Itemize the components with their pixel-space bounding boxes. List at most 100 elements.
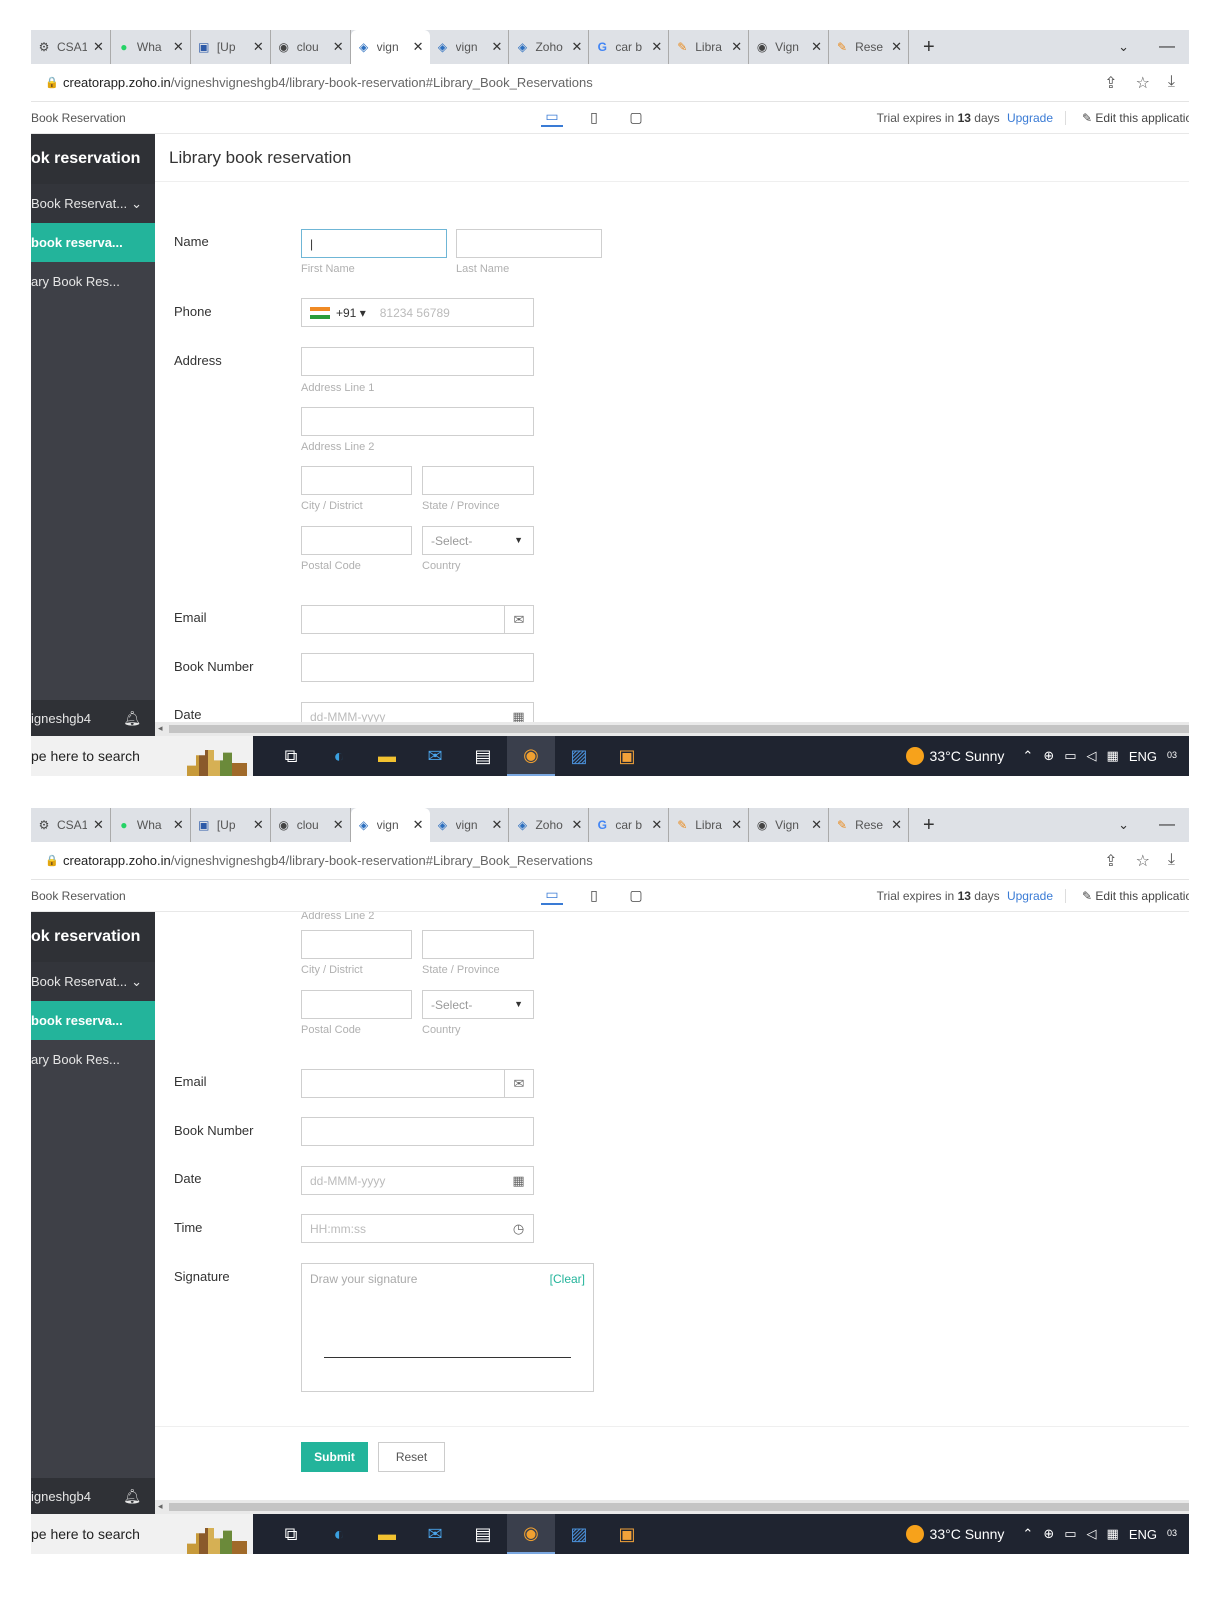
scroll-thumb[interactable] — [169, 725, 1189, 733]
minimize-icon[interactable]: — — [1149, 38, 1189, 56]
url-field[interactable]: 🔒 creatorapp.zoho.in/vigneshvigneshgb4/l… — [41, 69, 1041, 97]
submit-button[interactable]: Submit — [301, 1442, 368, 1472]
sidebar-item-selected[interactable]: book reserva... — [31, 1001, 155, 1040]
signature-clear-link[interactable]: [Clear] — [550, 1272, 585, 1286]
state-input[interactable] — [422, 466, 534, 495]
weather-widget[interactable]: 33°C Sunny — [905, 1525, 1023, 1543]
browser-tab[interactable]: ● Wha ✕ — [111, 30, 191, 64]
network-icon[interactable]: ▭ — [1064, 748, 1076, 764]
laptop-icon[interactable]: ▭ — [541, 108, 563, 127]
keyboard-icon[interactable]: ▦ — [1107, 1526, 1119, 1542]
sidebar-item-report[interactable]: ary Book Res... — [31, 262, 155, 301]
close-icon[interactable]: ✕ — [891, 39, 902, 55]
book-number-input[interactable] — [301, 1117, 534, 1146]
scroll-left-icon[interactable]: ◂ — [158, 1501, 163, 1512]
close-icon[interactable]: ✕ — [731, 817, 742, 833]
close-icon[interactable]: ✕ — [93, 39, 104, 55]
sidebar-group[interactable]: Book Reservat... ⌄ — [31, 184, 155, 223]
close-icon[interactable]: ✕ — [173, 39, 184, 55]
city-input[interactable] — [301, 466, 412, 495]
signature-pad[interactable]: Draw your signature [Clear] — [301, 1263, 594, 1392]
new-tab-button[interactable]: + — [909, 814, 949, 837]
close-icon[interactable]: ✕ — [413, 817, 424, 833]
tablet-icon[interactable]: ▯ — [583, 109, 605, 127]
browser-tab[interactable]: ◈ vign ✕ — [430, 808, 510, 842]
taskbar-search[interactable]: pe here to search — [31, 736, 181, 776]
share-icon[interactable]: ⇪ — [1104, 73, 1117, 93]
country-select[interactable]: -Select- ▼ — [422, 990, 534, 1019]
user-profile[interactable]: igneshgb4 🔔︎ — [31, 1478, 155, 1514]
task-view-icon[interactable]: ⧉ — [267, 1514, 315, 1554]
bell-icon[interactable]: 🔔︎ — [123, 710, 141, 727]
scroll-left-icon[interactable]: ◂ — [158, 723, 163, 734]
browser-tab[interactable]: ● Wha ✕ — [111, 808, 191, 842]
store-icon[interactable]: ▤ — [459, 1514, 507, 1554]
postal-code-input[interactable] — [301, 990, 412, 1019]
time-input[interactable]: HH:mm:ss ◷ — [301, 1214, 534, 1243]
close-icon[interactable]: ✕ — [253, 39, 264, 55]
email-input[interactable]: ✉ — [301, 1069, 534, 1098]
user-profile[interactable]: igneshgb4 🔔︎ — [31, 700, 155, 736]
browser-tab-active[interactable]: ◈ vign ✕ — [350, 808, 430, 842]
close-icon[interactable]: ✕ — [333, 817, 344, 833]
tablet-icon[interactable]: ▯ — [583, 887, 605, 905]
close-icon[interactable]: ✕ — [811, 39, 822, 55]
task-view-icon[interactable]: ⧉ — [267, 736, 315, 776]
chevron-down-icon[interactable]: ⌄ — [1098, 817, 1149, 833]
browser-tab[interactable]: ✎ Rese ✕ — [829, 30, 909, 64]
chevron-up-icon[interactable]: ⌃ — [1022, 748, 1033, 764]
browser-tab[interactable]: ◈ Zoho ✕ — [509, 808, 590, 842]
edge-icon[interactable]: ◐ — [315, 736, 363, 776]
state-input[interactable] — [422, 930, 534, 959]
book-number-input[interactable] — [301, 653, 534, 682]
horizontal-scrollbar[interactable]: ◂ — [155, 722, 1189, 736]
close-icon[interactable]: ✕ — [492, 39, 503, 55]
url-field[interactable]: 🔒 creatorapp.zoho.in/vigneshvigneshgb4/l… — [41, 847, 1041, 875]
country-code-select[interactable]: +91 ▾ — [336, 306, 366, 320]
browser-tab[interactable]: ◈ vign ✕ — [430, 30, 510, 64]
edit-application-link[interactable]: ✎ Edit this application — [1065, 888, 1189, 903]
star-icon[interactable]: ☆ — [1136, 73, 1150, 93]
horizontal-scrollbar[interactable]: ◂ — [155, 1500, 1189, 1514]
mobile-icon[interactable]: ▢ — [625, 109, 647, 127]
address-line-1-input[interactable] — [301, 347, 534, 376]
download-icon[interactable]: ⤓ — [1168, 73, 1175, 93]
date-input[interactable]: dd-MMM-yyyy ▦ — [301, 1166, 534, 1195]
close-icon[interactable]: ✕ — [651, 817, 662, 833]
share-icon[interactable]: ⇪ — [1104, 851, 1117, 871]
first-name-input[interactable]: | — [301, 229, 447, 258]
close-icon[interactable]: ✕ — [253, 817, 264, 833]
last-name-input[interactable] — [456, 229, 602, 258]
browser-tab[interactable]: ✎ Libra ✕ — [669, 808, 750, 842]
address-line-2-input[interactable] — [301, 407, 534, 436]
laptop-icon[interactable]: ▭ — [541, 886, 563, 905]
sidebar-group[interactable]: Book Reservat... ⌄ — [31, 962, 155, 1001]
close-icon[interactable]: ✕ — [93, 817, 104, 833]
country-select[interactable]: -Select- ▼ — [422, 526, 534, 555]
browser-tab[interactable]: ◈ Zoho ✕ — [509, 30, 590, 64]
network-icon[interactable]: ▭ — [1064, 1526, 1076, 1542]
people-icon[interactable]: ⊕ — [1043, 1526, 1054, 1542]
file-explorer-icon[interactable]: ▬ — [363, 736, 411, 776]
close-icon[interactable]: ✕ — [571, 817, 582, 833]
store-icon[interactable]: ▤ — [459, 736, 507, 776]
chevron-up-icon[interactable]: ⌃ — [1022, 1526, 1033, 1542]
clock[interactable]: 03 — [1167, 1528, 1181, 1542]
close-icon[interactable]: ✕ — [571, 39, 582, 55]
edit-application-link[interactable]: ✎ Edit this application — [1065, 110, 1189, 125]
sidebar-item-selected[interactable]: book reserva... — [31, 223, 155, 262]
download-icon[interactable]: ⤓ — [1168, 851, 1175, 871]
calendar-icon[interactable]: ▦ — [504, 703, 533, 723]
file-explorer-icon[interactable]: ▬ — [363, 1514, 411, 1554]
chevron-down-icon[interactable]: ⌄ — [1098, 39, 1149, 55]
upgrade-link[interactable]: Upgrade — [1007, 889, 1053, 903]
minimize-icon[interactable]: — — [1149, 816, 1189, 834]
scroll-thumb[interactable] — [169, 1503, 1189, 1511]
browser-tab[interactable]: ✎ Rese ✕ — [829, 808, 909, 842]
photos-icon[interactable]: ▨ — [555, 736, 603, 776]
volume-icon[interactable]: ◁ — [1087, 1526, 1097, 1542]
browser-tab[interactable]: ▣ [Up ✕ — [191, 808, 271, 842]
volume-icon[interactable]: ◁ — [1087, 748, 1097, 764]
chrome-icon[interactable]: ◉ — [507, 736, 555, 776]
clock[interactable]: 03 — [1167, 750, 1181, 764]
